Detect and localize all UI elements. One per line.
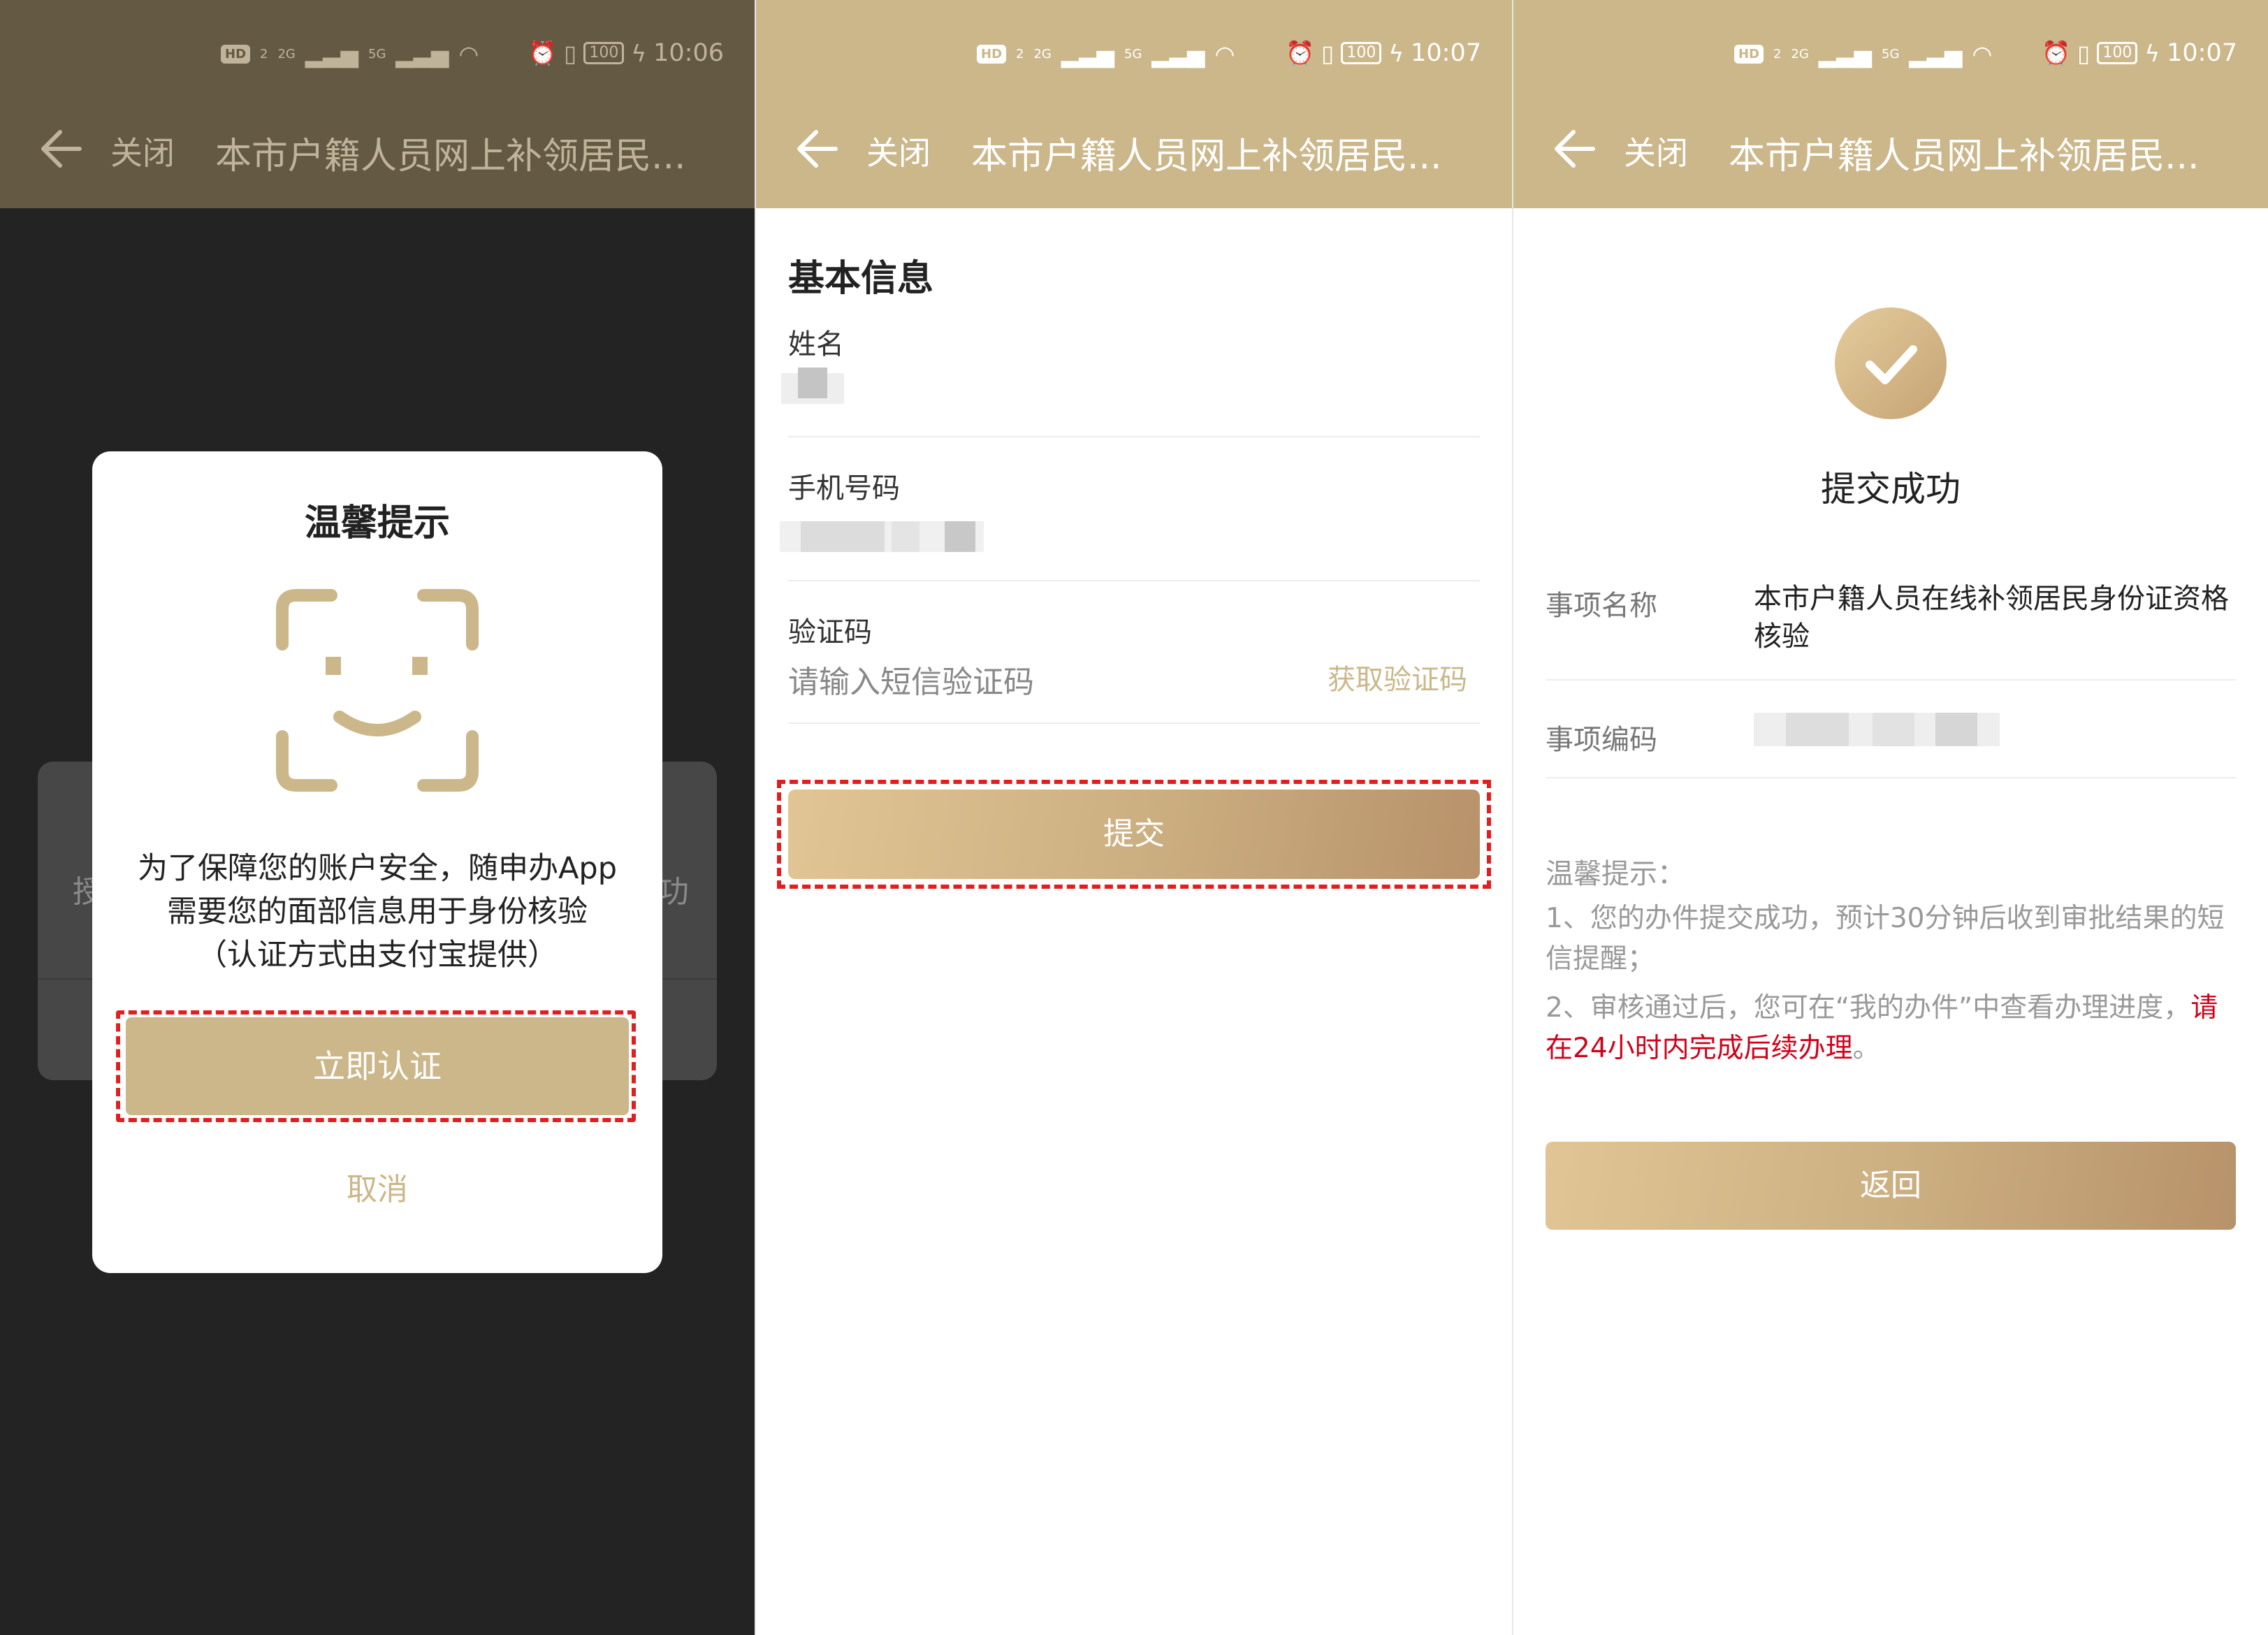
sim-indicator: 2 (1773, 46, 1782, 61)
nav-bar: 关闭 本市户籍人员网上补领居民... (0, 115, 755, 185)
header-bar: HD 2 2G ▂▃▅ 5G ▂▃▅ ◠ ⏰ ▯ 100 ϟ 10:06 关闭 … (0, 0, 755, 208)
charging-icon: ϟ (631, 39, 647, 67)
alarm-icon: ⏰ (528, 39, 558, 66)
item-code-label: 事项编码 (1546, 724, 1657, 756)
signal-icon: 2G (1791, 46, 1809, 61)
status-bar: HD 2 2G ▂▃▅ 5G ▂▃▅ ◠ ⏰ ▯ 100 ϟ 10:07 (756, 34, 1512, 78)
tip-dialog: 温馨提示 为了保障您的账户安全，随申办App 需要您的面部信息用于身份核验 （认… (92, 451, 662, 1273)
return-button[interactable]: 返回 (1546, 1142, 2236, 1230)
success-check-icon (1835, 307, 1947, 419)
signal-bars-icon: ▂▃▅ (1818, 41, 1873, 68)
divider (788, 436, 1480, 437)
signal-icon: 5G (368, 46, 386, 61)
screen-submit-success: HD 2 2G ▂▃▅ 5G ▂▃▅ ◠ ⏰ ▯ 100 ϟ 10:07 关闭 … (1513, 0, 2268, 1635)
name-label: 姓名 (788, 328, 844, 361)
vibrate-icon: ▯ (2077, 39, 2091, 67)
page-title: 本市户籍人员网上补领居民... (971, 136, 1442, 177)
clock: 10:06 (653, 39, 724, 67)
divider (1546, 777, 2236, 778)
hd-badge: HD (1734, 45, 1764, 64)
close-button[interactable]: 关闭 (866, 128, 931, 174)
screen-basic-info-form: HD 2 2G ▂▃▅ 5G ▂▃▅ ◠ ⏰ ▯ 100 ϟ 10:07 关闭 … (756, 0, 1512, 1635)
status-bar: HD 2 2G ▂▃▅ 5G ▂▃▅ ◠ ⏰ ▯ 100 ϟ 10:06 (0, 34, 755, 78)
nav-bar: 关闭 本市户籍人员网上补领居民... (1513, 115, 2268, 185)
item-name-value: 本市户籍人员在线补领居民身份证资格核验 (1754, 583, 2229, 653)
section-title: 基本信息 (788, 258, 934, 300)
signal-icon: 2G (277, 46, 296, 61)
redacted-name (781, 368, 844, 414)
divider (788, 580, 1480, 581)
status-bar: HD 2 2G ▂▃▅ 5G ▂▃▅ ◠ ⏰ ▯ 100 ϟ 10:07 (1513, 34, 2268, 78)
hd-badge: HD (977, 45, 1007, 64)
sim-indicator: 2 (1016, 46, 1024, 61)
divider (1546, 679, 2236, 681)
redacted-item-code (1754, 713, 2000, 746)
wifi-icon: ◠ (1972, 41, 1993, 68)
authenticate-now-button[interactable]: 立即认证 (126, 1017, 629, 1115)
cancel-button[interactable]: 取消 (92, 1164, 662, 1209)
signal-bars-icon: ▂▃▅ (1909, 41, 1963, 68)
vibrate-icon: ▯ (564, 39, 577, 67)
success-title: 提交成功 (1821, 469, 1961, 509)
phone-label: 手机号码 (788, 472, 900, 504)
tip-item: 2、审核通过后，您可在“我的办件”中查看办理进度，请在24小时内完成后续办理。 (1546, 992, 2218, 1064)
face-scan-icon (276, 589, 479, 792)
alarm-icon: ⏰ (2042, 39, 2071, 66)
signal-icon: 2G (1033, 46, 1052, 61)
vibrate-icon: ▯ (1321, 39, 1335, 67)
hd-badge: HD (221, 45, 251, 64)
back-arrow-icon[interactable] (39, 128, 82, 170)
code-label: 验证码 (788, 616, 872, 648)
redacted-phone (780, 521, 984, 552)
battery-icon: 100 (2097, 42, 2138, 64)
header-bar: HD 2 2G ▂▃▅ 5G ▂▃▅ ◠ ⏰ ▯ 100 ϟ 10:07 关闭 … (1513, 0, 2268, 208)
battery-icon: 100 (583, 42, 625, 64)
charging-icon: ϟ (1388, 39, 1404, 67)
sms-code-input[interactable]: 请输入短信验证码 (788, 657, 1034, 702)
screen-face-auth-dialog: HD 2 2G ▂▃▅ 5G ▂▃▅ ◠ ⏰ ▯ 100 ϟ 10:06 关闭 … (0, 0, 755, 1635)
tips-title: 温馨提示： (1546, 858, 1685, 890)
divider (788, 722, 1480, 724)
header-bar: HD 2 2G ▂▃▅ 5G ▂▃▅ ◠ ⏰ ▯ 100 ϟ 10:07 关闭 … (756, 0, 1512, 208)
signal-bars-icon: ▂▃▅ (1061, 41, 1115, 68)
close-button[interactable]: 关闭 (110, 128, 175, 174)
submit-button[interactable]: 提交 (788, 790, 1480, 879)
background-text: 功 (658, 874, 689, 910)
charging-icon: ϟ (2144, 39, 2160, 67)
tip-item: 1、您的办件提交成功，预计30分钟后收到审批结果的短信提醒； (1546, 903, 2225, 975)
back-arrow-icon[interactable] (795, 128, 838, 170)
dialog-message: 为了保障您的账户安全，随申办App 需要您的面部信息用于身份核验 （认证方式由支… (137, 851, 617, 973)
wifi-icon: ◠ (458, 41, 479, 68)
get-code-button[interactable]: 获取验证码 (1328, 657, 1467, 697)
dialog-title: 温馨提示 (304, 502, 450, 544)
item-name-label: 事项名称 (1546, 590, 1657, 622)
close-button[interactable]: 关闭 (1624, 128, 1688, 174)
sim-indicator: 2 (260, 46, 268, 61)
wifi-icon: ◠ (1214, 41, 1235, 68)
clock: 10:07 (1411, 39, 1481, 67)
signal-icon: 5G (1882, 46, 1900, 61)
nav-bar: 关闭 本市户籍人员网上补领居民... (756, 115, 1512, 185)
signal-bars-icon: ▂▃▅ (305, 41, 359, 68)
battery-icon: 100 (1341, 42, 1382, 64)
clock: 10:07 (2167, 39, 2237, 67)
page-title: 本市户籍人员网上补领居民... (1729, 136, 2200, 177)
signal-bars-icon: ▂▃▅ (1151, 41, 1205, 68)
alarm-icon: ⏰ (1286, 39, 1315, 66)
signal-icon: 5G (1124, 46, 1142, 61)
signal-bars-icon: ▂▃▅ (395, 41, 449, 68)
back-arrow-icon[interactable] (1553, 128, 1596, 170)
page-title: 本市户籍人员网上补领居民... (215, 136, 686, 177)
